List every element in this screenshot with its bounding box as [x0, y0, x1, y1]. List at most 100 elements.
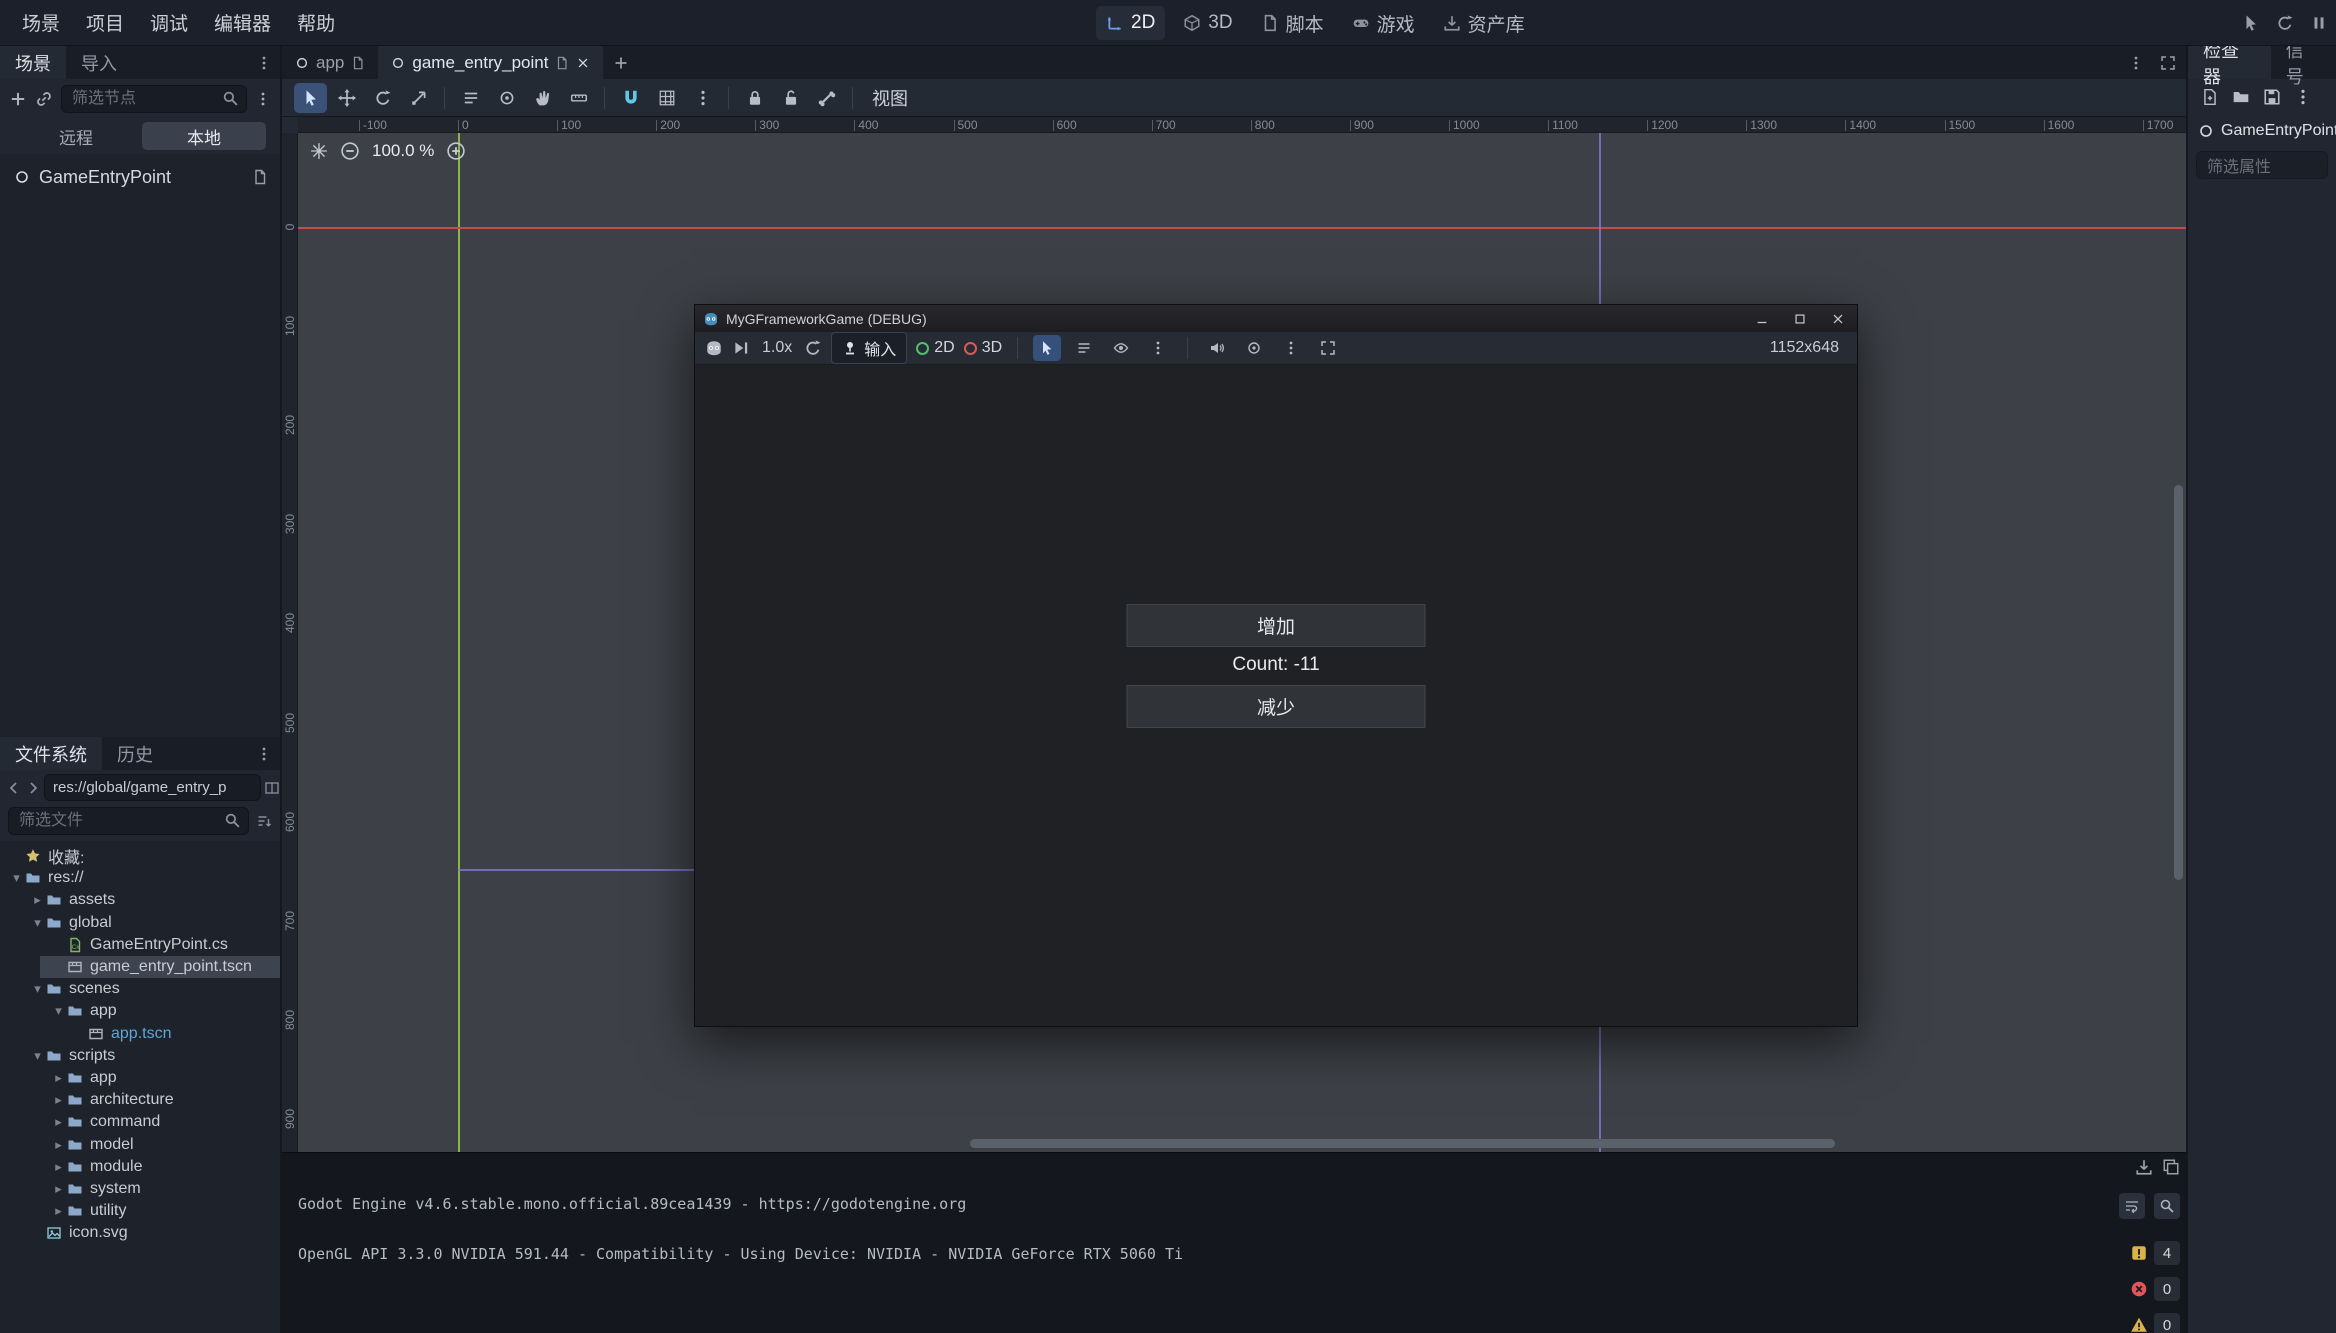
expand-arrow-icon[interactable]: ▸: [50, 1181, 67, 1197]
expand-arrow-icon[interactable]: ▸: [50, 1203, 67, 1219]
mode-3d-button[interactable]: 3D: [1173, 6, 1242, 40]
expand-arrow-icon[interactable]: ▸: [50, 1070, 67, 1086]
close-button[interactable]: [1819, 305, 1857, 332]
file-item-utility[interactable]: ▸utility: [0, 1200, 280, 1222]
menu-editor[interactable]: 编辑器: [202, 3, 283, 42]
file-filter-input[interactable]: [8, 807, 249, 835]
pause-icon[interactable]: [2310, 14, 2328, 32]
game-viewport[interactable]: 增加 Count: -11 减少: [695, 365, 1857, 1026]
file-item-icon-svg[interactable]: icon.svg: [0, 1222, 280, 1244]
view-menu-button[interactable]: 视图: [862, 85, 918, 111]
menu-help[interactable]: 帮助: [285, 3, 347, 42]
expand-arrow-icon[interactable]: ▾: [8, 870, 25, 886]
pointer-icon[interactable]: [2242, 14, 2260, 32]
sort-icon[interactable]: [256, 813, 272, 829]
tab-history[interactable]: 历史: [102, 737, 168, 770]
next-frame-icon[interactable]: [732, 339, 750, 357]
file-item-game-entry-point-tscn[interactable]: game_entry_point.tscn: [0, 956, 280, 978]
reload-icon[interactable]: [2276, 14, 2294, 32]
tool-list-select-button[interactable]: [454, 83, 487, 113]
minimize-button[interactable]: [1743, 305, 1781, 332]
horizontal-scrollbar[interactable]: [970, 1139, 1835, 1148]
expand-arrow-icon[interactable]: ▸: [29, 892, 46, 908]
mode-2d-toggle[interactable]: 2D: [916, 339, 954, 357]
search-log-button[interactable]: [2154, 1193, 2180, 1219]
file-item-scripts[interactable]: ▾scripts: [0, 1045, 280, 1067]
tool-pivot-button[interactable]: [490, 83, 523, 113]
tool-pan-button[interactable]: [526, 83, 559, 113]
decrease-button[interactable]: 减少: [1127, 685, 1426, 728]
file-item-res-[interactable]: ▾res://: [0, 867, 280, 889]
warning-count-badge[interactable]: 0: [2130, 1313, 2180, 1333]
resource-options-icon[interactable]: [2294, 88, 2312, 106]
path-field[interactable]: [44, 774, 261, 801]
lock-button[interactable]: [738, 83, 771, 113]
game-debug-window[interactable]: MyGFrameworkGame (DEBUG) 1.0x 输入 2D: [694, 304, 1858, 1027]
tab-scene[interactable]: 场景: [0, 46, 66, 79]
time-scale-button[interactable]: 1.0x: [759, 339, 795, 357]
vertical-scrollbar[interactable]: [2174, 485, 2183, 880]
add-node-icon[interactable]: [9, 90, 27, 108]
tool-scale-button[interactable]: [402, 83, 435, 113]
visibility-button[interactable]: [1107, 335, 1135, 361]
menu-project[interactable]: 项目: [74, 3, 136, 42]
new-scene-tab-icon[interactable]: [613, 55, 629, 71]
expand-arrow-icon[interactable]: ▾: [29, 981, 46, 997]
back-icon[interactable]: [6, 780, 22, 796]
expand-arrow-icon[interactable]: ▸: [50, 1092, 67, 1108]
file-item-app[interactable]: ▾app: [0, 1000, 280, 1022]
expand-arrow-icon[interactable]: ▸: [50, 1137, 67, 1153]
favorites-row[interactable]: 收藏:: [0, 845, 280, 867]
unlock-button[interactable]: [774, 83, 807, 113]
file-item-app[interactable]: ▸app: [0, 1067, 280, 1089]
expand-arrow-icon[interactable]: ▾: [29, 1048, 46, 1064]
scene-tree-menu-icon[interactable]: [255, 91, 271, 107]
split-view-icon[interactable]: [264, 780, 280, 796]
smart-snap-button[interactable]: [614, 83, 647, 113]
file-item-architecture[interactable]: ▸architecture: [0, 1089, 280, 1111]
expand-arrow-icon[interactable]: ▾: [29, 915, 46, 931]
copy-icon[interactable]: [2162, 1158, 2180, 1176]
scene-tree-node-gameentrypoint[interactable]: GameEntryPoint: [0, 162, 280, 192]
filesystem-dock-menu-icon[interactable]: [256, 746, 272, 762]
message-count-badge[interactable]: 4: [2130, 1241, 2180, 1265]
local-button[interactable]: 本地: [142, 122, 266, 150]
tab-filesystem[interactable]: 文件系统: [0, 737, 102, 770]
forward-icon[interactable]: [25, 780, 41, 796]
file-item-assets[interactable]: ▸assets: [0, 889, 280, 911]
mode-game-button[interactable]: 游戏: [1342, 4, 1425, 43]
camera-override-button[interactable]: [1240, 335, 1268, 361]
file-item-gameentrypoint-cs[interactable]: C#GameEntryPoint.cs: [0, 934, 280, 956]
tab-signals[interactable]: 信号: [2271, 46, 2336, 79]
error-count-badge[interactable]: 0: [2130, 1277, 2180, 1301]
audio-mute-button[interactable]: [1203, 335, 1231, 361]
file-item-command[interactable]: ▸command: [0, 1111, 280, 1133]
instance-scene-icon[interactable]: [35, 90, 53, 108]
file-item-app-tscn[interactable]: app.tscn: [0, 1023, 280, 1045]
zoom-in-icon[interactable]: [446, 141, 466, 161]
tool-rotate-button[interactable]: [366, 83, 399, 113]
zoom-level[interactable]: 100.0 %: [372, 141, 434, 161]
zoom-out-icon[interactable]: [340, 141, 360, 161]
tab-import[interactable]: 导入: [66, 46, 132, 79]
mode-3d-toggle[interactable]: 3D: [964, 339, 1002, 357]
file-item-module[interactable]: ▸module: [0, 1156, 280, 1178]
file-item-scenes[interactable]: ▾scenes: [0, 978, 280, 1000]
scene-tab-game-entry-point[interactable]: game_entry_point: [378, 46, 603, 79]
menu-scene[interactable]: 场景: [10, 3, 72, 42]
expand-arrow-icon[interactable]: ▸: [50, 1159, 67, 1175]
tool-move-button[interactable]: [330, 83, 363, 113]
expand-viewport-icon[interactable]: [2160, 55, 2176, 71]
wrap-lines-button[interactable]: [2119, 1193, 2145, 1219]
mode-assetlib-button[interactable]: 资产库: [1433, 4, 1535, 43]
remote-button[interactable]: 远程: [14, 122, 138, 150]
file-item-system[interactable]: ▸system: [0, 1178, 280, 1200]
tab-menu-icon[interactable]: [2128, 55, 2144, 71]
debug-session-icon[interactable]: [705, 339, 723, 357]
property-filter-field[interactable]: 筛选属性: [2196, 151, 2328, 179]
new-resource-icon[interactable]: [2201, 88, 2219, 106]
expand-arrow-icon[interactable]: ▸: [50, 1114, 67, 1130]
load-resource-icon[interactable]: [2232, 88, 2250, 106]
game-select-tool-button[interactable]: [1033, 335, 1061, 361]
file-item-global[interactable]: ▾global: [0, 912, 280, 934]
